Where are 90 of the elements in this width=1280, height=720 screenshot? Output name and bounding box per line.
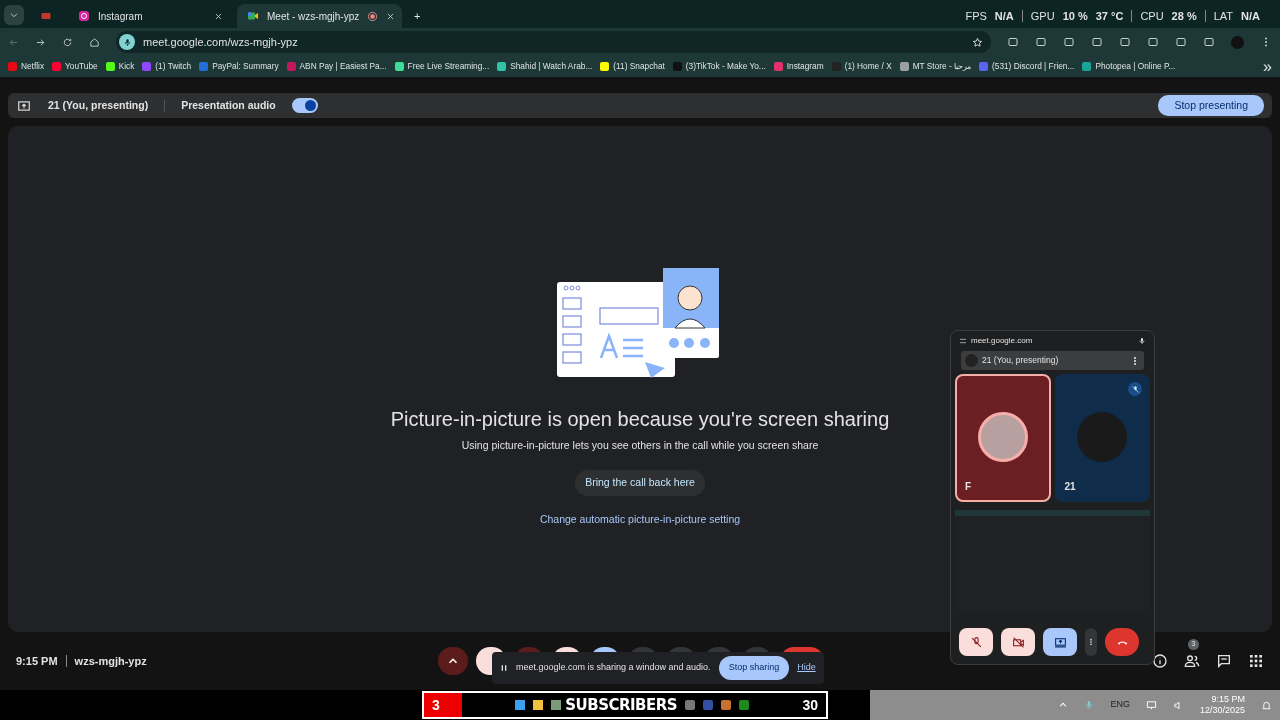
chevron-down-icon <box>9 10 19 20</box>
present-screen-icon <box>16 98 32 113</box>
clock-date: 12/30/2025 <box>1199 705 1245 717</box>
stat-label: CPU <box>1140 8 1164 24</box>
meeting-code: wzs-mgjh-ypz <box>74 653 147 669</box>
notice-subtitle: Using picture-in-picture lets you see others in the call while you screen share <box>461 438 819 453</box>
tab-list-button[interactable] <box>4 5 24 25</box>
stop-sharing-button[interactable]: Stop sharing <box>718 656 790 680</box>
stat-label: GPU <box>1030 8 1055 24</box>
present-screen-icon <box>1053 635 1067 649</box>
bookmark-title[interactable]: Shahid | Watch Arab... <box>510 60 593 73</box>
camera-toggle-button[interactable] <box>1001 628 1035 656</box>
stat-value: 10 % <box>1062 8 1088 24</box>
more-icon <box>1087 636 1095 648</box>
mic-off-icon <box>969 635 983 649</box>
presenter-name: 21 (You, presenting) <box>48 97 149 113</box>
stop-presenting-button[interactable]: Stop presenting <box>1158 94 1264 117</box>
leave-call-button[interactable] <box>1105 628 1139 656</box>
close-icon[interactable] <box>386 11 396 21</box>
mic-toggle-button[interactable] <box>959 628 993 656</box>
avatar-photo-placeholder <box>977 412 1028 462</box>
bookmark-title[interactable]: PayPal: Summary <box>212 60 279 73</box>
clock-time: 9:15 PM <box>1211 693 1245 705</box>
browser-tab[interactable]: Meet - wzs-mgjh-ypz <box>237 4 402 28</box>
bookmark-title[interactable]: ABN Pay | Easiest Pa... <box>299 60 387 73</box>
more-bookmarks-button[interactable]: » <box>1263 54 1272 79</box>
bookmark-title[interactable]: Kick <box>118 60 135 73</box>
people-icon[interactable] <box>1184 653 1200 669</box>
bookmark-title[interactable]: Instagram <box>786 60 824 73</box>
present-button[interactable] <box>1043 628 1077 656</box>
meet-logo-icon <box>247 10 259 22</box>
participant-name: 21 <box>1064 480 1076 494</box>
pip-origin: meet.google.com <box>971 335 1034 347</box>
stat-value: 37 °C <box>1095 8 1124 24</box>
new-tab-button[interactable]: + <box>414 7 421 24</box>
stat-value: 28 % <box>1171 8 1197 24</box>
stat-label: FPS <box>965 8 987 24</box>
forward-icon[interactable] <box>35 36 46 48</box>
more-options-button[interactable] <box>1085 628 1097 656</box>
browser-tab[interactable]: Instagram <box>68 4 233 28</box>
participant-name: F <box>965 480 972 494</box>
reload-icon[interactable] <box>62 36 73 48</box>
bookmark-title[interactable]: Photopea | Online P... <box>1095 60 1176 73</box>
chat-icon[interactable] <box>1216 653 1232 669</box>
pip-presenter-name: 21 (You, presenting) <box>982 354 1060 367</box>
camera-off-icon <box>1011 635 1025 649</box>
bookmark-title[interactable]: (1) Twitch <box>155 60 192 73</box>
audio-toggle[interactable] <box>291 98 318 113</box>
microphone-icon <box>1138 337 1146 345</box>
bookmark-title[interactable]: (3)TikTok - Make Yo... <box>685 60 766 73</box>
goal-count: 30 <box>802 695 819 715</box>
url-text: meet.google.com/wzs-mgjh-ypz <box>143 34 299 50</box>
bookmark-title[interactable]: Netflix <box>21 60 45 73</box>
raise-button[interactable] <box>438 647 468 675</box>
bookmark-title[interactable]: YouTube <box>65 60 98 73</box>
hide-link[interactable]: Hide <box>797 661 816 675</box>
apps-grid-icon[interactable] <box>1248 653 1264 669</box>
address-bar[interactable]: meet.google.com/wzs-mgjh-ypz <box>116 31 991 53</box>
bell-icon[interactable] <box>1261 699 1272 711</box>
home-icon[interactable] <box>89 36 100 48</box>
subscriber-count: 3 <box>424 693 462 717</box>
presentation-audio-label: Presentation audio <box>181 97 276 113</box>
tab-title: Instagram <box>98 9 144 24</box>
bookmark-title[interactable]: Free Live Streaming... <box>407 60 490 73</box>
bookmark-title[interactable]: (11) Snapchat <box>613 60 665 73</box>
caret-up-icon[interactable] <box>1058 700 1069 710</box>
picture-in-picture-setting-link[interactable]: Change automatic picture-in-picture setting <box>539 511 741 528</box>
stat-value: N/A <box>994 8 1014 24</box>
sharing-message: meet.google.com is sharing a window and audio. <box>516 661 711 674</box>
info-icon[interactable] <box>1152 653 1168 669</box>
subscribers-label: SUBSCRIBERS <box>565 694 678 716</box>
stat-label: LAT <box>1213 8 1234 24</box>
camera-logo-icon <box>78 10 90 22</box>
bookmark-title[interactable]: (531) Discord | Frien... <box>992 60 1075 73</box>
tab-title: Meet - wzs-mgjh-ypz <box>267 9 360 24</box>
bring-call-back-button[interactable]: Bring the call back here <box>575 469 705 496</box>
network-icon[interactable] <box>1145 699 1157 711</box>
presenter-avatar <box>965 354 978 367</box>
star-icon[interactable] <box>972 36 983 48</box>
close-icon[interactable] <box>214 11 223 21</box>
meeting-time: 9:15 PM <box>16 653 58 669</box>
bookmark-title[interactable]: (1) Home / X <box>844 60 892 73</box>
avatar-photo-placeholder <box>1077 412 1128 462</box>
site-logo-icon <box>40 10 52 22</box>
notice-title: Picture-in-picture is open because you're screen sharing <box>390 407 890 432</box>
language-indicator[interactable]: ENG <box>1110 698 1130 712</box>
pause-icon <box>500 663 508 672</box>
stat-value: N/A <box>1241 8 1260 24</box>
bookmark-title[interactable]: MT Store - مرحبا <box>912 60 971 73</box>
tune-icon <box>959 337 967 345</box>
